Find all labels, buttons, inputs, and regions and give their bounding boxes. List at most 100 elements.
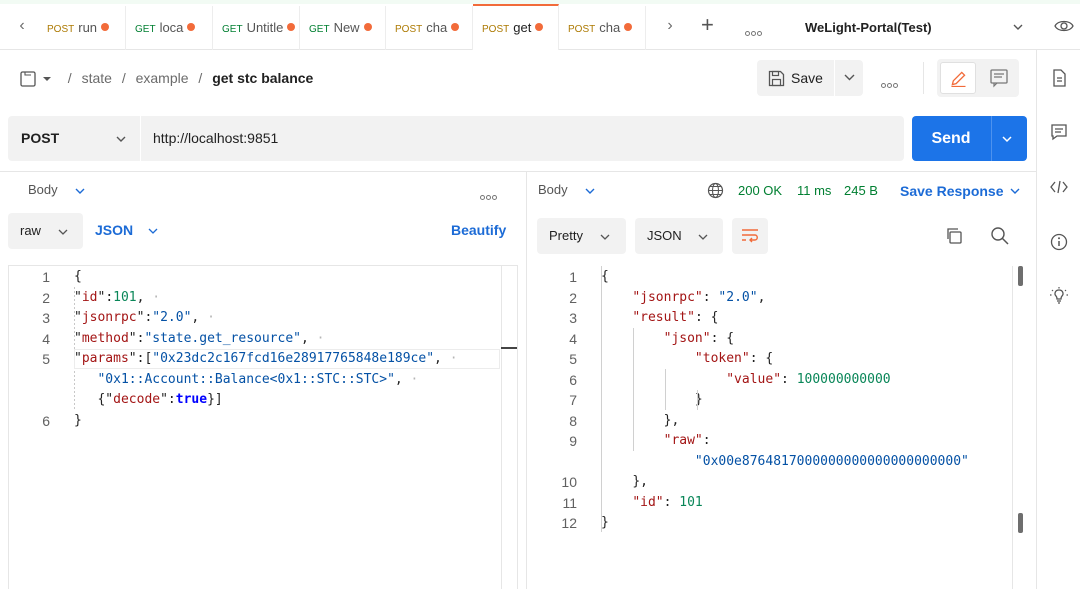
- scroll-tabs-right-icon[interactable]: ›: [662, 14, 678, 38]
- request-tab[interactable]: POST get: [473, 4, 559, 50]
- code-token: method: [81, 330, 129, 346]
- code-token: 101: [679, 494, 703, 510]
- code-line[interactable]: "raw":: [601, 431, 711, 451]
- request-body-tab[interactable]: Body: [28, 180, 58, 200]
- tab-more-icon[interactable]: [745, 23, 763, 36]
- line-number: [8, 370, 50, 390]
- code-line[interactable]: "method":"state.get_resource", ·: [74, 329, 324, 349]
- code-line[interactable]: "0x1::Account::Balance<0x1::STC::STC>", …: [74, 370, 418, 390]
- code-line[interactable]: "result": {: [601, 308, 718, 328]
- wrap-lines-button[interactable]: [732, 218, 768, 254]
- code-line[interactable]: "0x00e8764817000000000000000000000": [601, 452, 969, 472]
- request-type-icon[interactable]: [20, 71, 38, 87]
- line-number: 6: [569, 371, 577, 388]
- code-line[interactable]: }: [601, 513, 609, 533]
- code-line[interactable]: "value": 100000000000: [601, 370, 890, 390]
- lightbulb-icon[interactable]: [1050, 287, 1068, 305]
- comments-icon[interactable]: [1050, 123, 1068, 141]
- response-status[interactable]: 200 OK: [738, 181, 782, 201]
- request-body-more-icon[interactable]: [480, 187, 498, 200]
- request-tab[interactable]: GET Untitle: [213, 6, 300, 50]
- request-more-options-icon[interactable]: [881, 75, 899, 88]
- request-tab[interactable]: POST cha: [386, 6, 473, 50]
- info-icon[interactable]: [1050, 233, 1068, 251]
- code-line[interactable]: }: [601, 390, 703, 410]
- request-tab[interactable]: POST cha: [559, 6, 646, 50]
- request-response-splitter[interactable]: [526, 171, 527, 589]
- request-tab[interactable]: GET New: [300, 6, 386, 50]
- code-token: : {: [694, 310, 719, 325]
- code-line[interactable]: }: [74, 411, 82, 431]
- code-token: "2.0": [152, 310, 192, 325]
- environment-chevron-down-icon[interactable]: [1011, 20, 1025, 34]
- code-line[interactable]: "id":101, ·: [74, 288, 160, 308]
- panel-top-divider: [0, 171, 1036, 172]
- code-line[interactable]: "token": {: [601, 349, 773, 369]
- code-line[interactable]: },: [601, 411, 680, 431]
- comments-view-icon[interactable]: [981, 62, 1017, 94]
- response-scrollbar-bottom-marker[interactable]: [1018, 513, 1023, 533]
- body-type-select[interactable]: raw: [8, 213, 83, 249]
- code-token: {: [74, 269, 82, 284]
- indent-guide: [601, 287, 602, 513]
- response-size[interactable]: 245 B: [844, 181, 878, 201]
- request-tab[interactable]: POST run: [38, 6, 126, 50]
- code-line[interactable]: "jsonrpc":"2.0", ·: [74, 308, 215, 328]
- response-body-tab[interactable]: Body: [538, 180, 568, 200]
- line-number: 4: [42, 330, 50, 347]
- search-icon[interactable]: [990, 226, 1010, 246]
- scroll-tabs-left-icon[interactable]: ‹: [14, 14, 30, 38]
- unsaved-changes-dot-icon: [187, 23, 196, 31]
- code-line[interactable]: "json": {: [601, 329, 734, 349]
- code-line[interactable]: {: [601, 267, 609, 287]
- url-input[interactable]: http://localhost:9851: [141, 116, 904, 161]
- response-time[interactable]: 11 ms: [797, 181, 831, 201]
- beautify-button[interactable]: Beautify: [451, 222, 506, 238]
- body-type-value: raw: [20, 223, 41, 238]
- code-snippet-icon[interactable]: [1050, 178, 1068, 196]
- request-type-caret-icon[interactable]: [42, 74, 52, 84]
- indent-guide: [633, 328, 634, 451]
- response-scrollbar-top-marker[interactable]: [1018, 266, 1023, 286]
- response-format-select[interactable]: JSON: [635, 218, 723, 254]
- code-token: "json": [663, 330, 711, 346]
- save-response-button[interactable]: Save Response: [900, 181, 1004, 201]
- code-line[interactable]: {: [74, 267, 82, 287]
- request-tab[interactable]: GET loca: [126, 6, 213, 50]
- request-body-chevron-icon[interactable]: [73, 184, 87, 198]
- breadcrumb-item-state[interactable]: state: [82, 70, 112, 86]
- line-number: 10: [561, 474, 577, 490]
- code-line[interactable]: {"decode":true}]: [74, 390, 222, 410]
- code-line[interactable]: "id": 101: [601, 493, 703, 513]
- environment-name[interactable]: WeLight-Portal(Test): [805, 20, 932, 35]
- tab-method-label: POST: [568, 24, 596, 35]
- http-method-select[interactable]: POST: [8, 116, 140, 161]
- send-button[interactable]: Send: [912, 116, 990, 161]
- network-globe-icon[interactable]: [707, 182, 724, 199]
- code-line[interactable]: "jsonrpc": "2.0",: [601, 288, 765, 308]
- save-button[interactable]: Save: [757, 60, 835, 96]
- copy-icon[interactable]: [945, 227, 963, 245]
- save-response-chevron-icon[interactable]: [1008, 184, 1022, 198]
- breadcrumb-item-example[interactable]: example: [136, 70, 189, 86]
- edit-pencil-icon[interactable]: [940, 62, 976, 94]
- request-name[interactable]: get stc balance: [212, 70, 313, 86]
- code-token: 101: [113, 289, 137, 305]
- response-body-chevron-icon[interactable]: [583, 184, 597, 198]
- new-tab-plus-icon[interactable]: +: [701, 14, 714, 36]
- code-token: }: [601, 515, 609, 530]
- save-options-chevron-icon[interactable]: [836, 60, 863, 96]
- response-view-select[interactable]: Pretty: [537, 218, 626, 254]
- body-format-select[interactable]: JSON: [95, 222, 158, 238]
- documentation-icon[interactable]: [1050, 69, 1068, 87]
- send-options-chevron-icon[interactable]: [1000, 132, 1014, 146]
- method-chevron-down-icon: [116, 136, 126, 142]
- body-format-chevron-icon: [148, 228, 158, 234]
- environment-quick-look-eye-icon[interactable]: [1054, 18, 1074, 34]
- code-token: ,: [301, 330, 309, 346]
- code-line[interactable]: },: [601, 472, 648, 492]
- code-token: ":: [128, 330, 145, 346]
- code-token: ·: [402, 371, 419, 387]
